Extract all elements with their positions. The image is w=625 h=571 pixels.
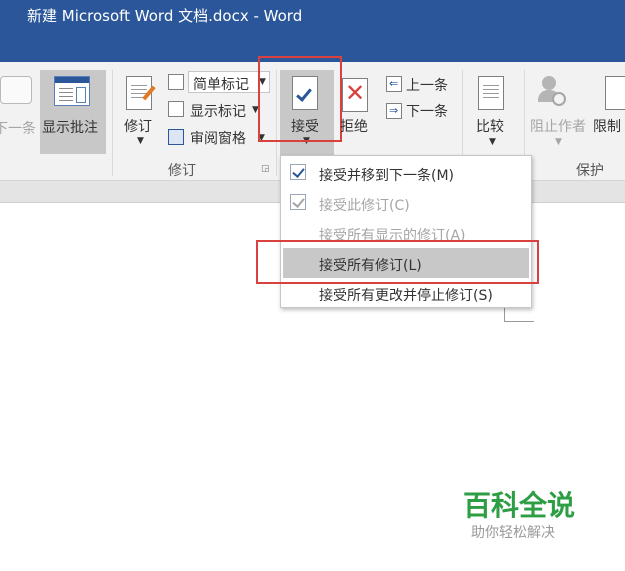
menu-item-accept-and-move-next[interactable]: 接受并移到下一条(M): [283, 158, 529, 188]
markup-dropdown-value: 简单标记: [193, 77, 249, 93]
watermark-slogan: 助你轻松解决: [471, 525, 555, 541]
chevron-down-icon[interactable]: ▼: [489, 137, 496, 147]
title-bar: 新建 Microsoft Word 文档.docx - Word: [0, 0, 625, 62]
restrict-editing-icon: [605, 76, 625, 110]
reject-button[interactable]: 拒绝: [340, 116, 368, 136]
menu-item-accept-this-change[interactable]: 接受此修订(C): [283, 188, 529, 218]
comment-icon: [0, 76, 32, 104]
review-pane-icon: [168, 129, 184, 145]
accept-check-icon: [290, 194, 306, 210]
block-authors-icon: [538, 76, 566, 108]
compare-icon: [478, 76, 504, 110]
group-label-tracking: 修订: [168, 163, 196, 179]
track-changes-button[interactable]: 修订: [124, 116, 152, 136]
dialog-launcher-icon[interactable]: ◲: [261, 164, 270, 174]
reject-icon: ✕: [342, 78, 368, 112]
previous-change-icon: ⇐: [386, 76, 402, 92]
next-comment-button[interactable]: 下一条: [0, 118, 36, 138]
show-markup-icon: [168, 101, 184, 117]
menu-item-label: 接受并移到下一条(M): [319, 168, 455, 184]
next-change-icon: ⇒: [386, 103, 402, 119]
chevron-down-icon[interactable]: ▼: [555, 137, 562, 147]
previous-change-button[interactable]: 上一条: [406, 75, 448, 95]
chevron-down-icon[interactable]: ▼: [137, 136, 144, 146]
watermark-brand: 百科全说: [463, 489, 576, 522]
separator: [112, 70, 113, 176]
show-markup-button[interactable]: 显示标记: [190, 101, 246, 121]
track-changes-icon: [126, 76, 156, 110]
next-change-button[interactable]: 下一条: [406, 101, 448, 121]
menu-item-label: 接受此修订(C): [319, 198, 410, 214]
block-authors-button[interactable]: 阻止作者: [530, 116, 586, 136]
markup-icon: [168, 74, 184, 90]
window-title: 新建 Microsoft Word 文档.docx - Word: [27, 7, 303, 25]
accept-dropdown-menu: 接受并移到下一条(M) 接受此修订(C) 接受所有显示的修订(A) 接受所有修订…: [280, 155, 532, 308]
show-comments-button[interactable]: 显示批注: [40, 70, 106, 154]
accept-all-highlight-frame: [256, 240, 539, 284]
menu-item-label: 接受所有更改并停止修订(S): [319, 288, 493, 304]
accept-check-icon: [290, 164, 306, 180]
restrict-editing-button[interactable]: 限制: [593, 116, 621, 136]
group-label-protect: 保护: [576, 163, 604, 179]
accept-highlight-frame: [258, 56, 342, 142]
show-comments-icon: [54, 76, 90, 106]
page-corner-mark: [504, 308, 534, 322]
show-comments-label: 显示批注: [42, 120, 98, 136]
review-pane-button[interactable]: 审阅窗格: [190, 128, 246, 148]
compare-button[interactable]: 比较: [476, 116, 504, 136]
